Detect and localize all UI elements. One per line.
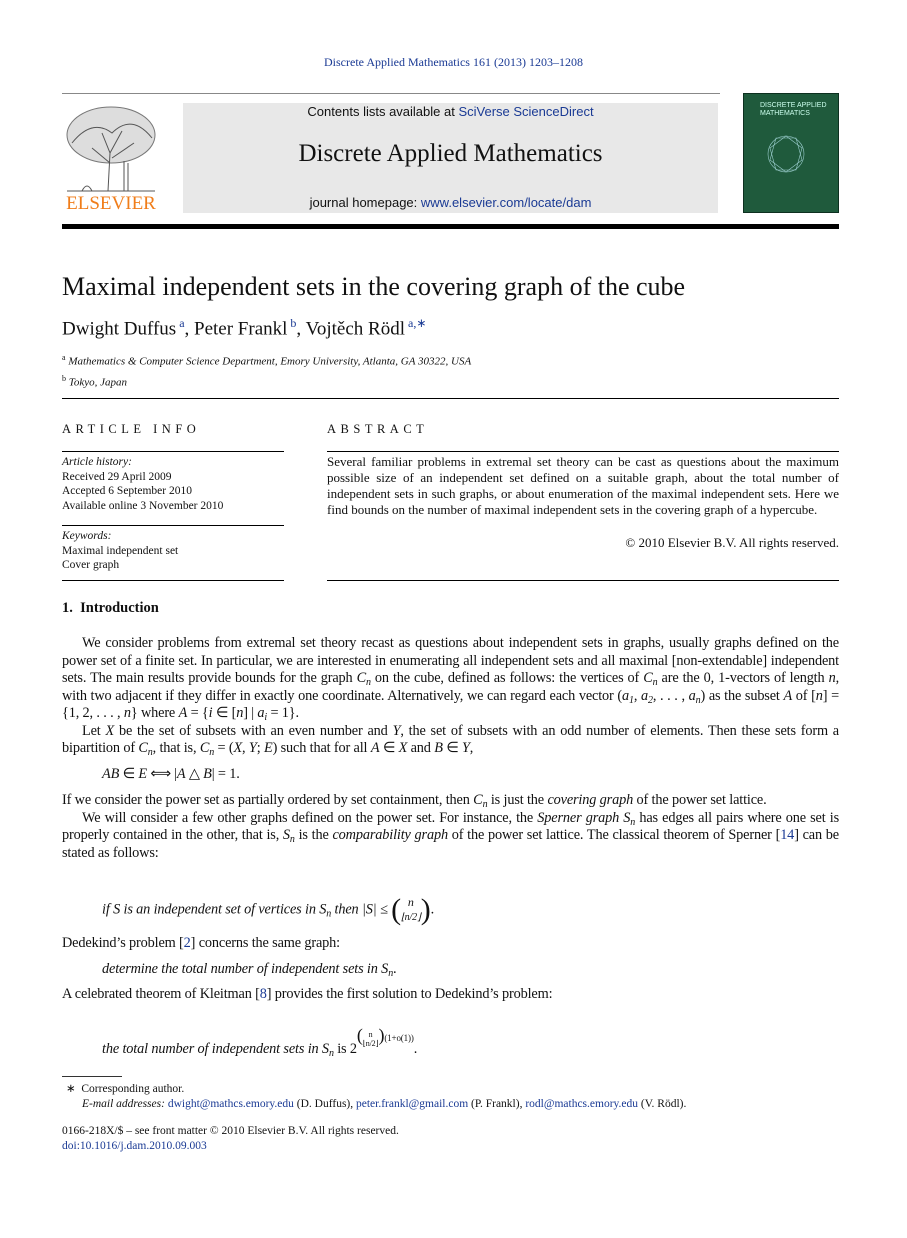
author-name: Dwight Duffus [62, 318, 177, 340]
article-info-heading: ARTICLE INFO [62, 422, 201, 436]
elsevier-tree-icon [66, 106, 156, 192]
footnote-emails: E-mail addresses: dwight@mathcs.emory.ed… [82, 1098, 687, 1110]
email-link[interactable]: dwight@mathcs.emory.edu [168, 1098, 294, 1110]
paragraph: We consider problems from extremal set t… [62, 635, 840, 723]
article-title: Maximal independent sets in the covering… [62, 272, 686, 301]
abstract-heading: ABSTRACT [327, 422, 429, 436]
doi-link[interactable]: doi:10.1016/j.dam.2010.09.003 [62, 1140, 207, 1152]
abstract-copyright: © 2010 Elsevier B.V. All rights reserved… [625, 535, 839, 550]
paragraph: Let X be the set of subsets with an even… [62, 722, 840, 758]
journal-cover: DISCRETE APPLIED MATHEMATICS [743, 93, 839, 213]
affiliations: a Mathematics & Computer Science Departm… [62, 351, 471, 390]
elsevier-wordmark: ELSEVIER [66, 193, 156, 214]
citation-link[interactable]: 2 [184, 935, 191, 951]
dedekind-intro: Dedekind’s problem [2] concerns the same… [62, 935, 341, 951]
kleitman-statement: the total number of independent sets in … [102, 1025, 418, 1059]
history-online: Available online 3 November 2010 [62, 499, 224, 512]
body-text: We consider problems from extremal set t… [62, 635, 839, 862]
contents-prefix: Contents lists available at [307, 104, 459, 119]
abstract-text: Several familiar problems in extremal se… [327, 454, 839, 517]
dedekind-statement: determine the total number of independen… [102, 961, 397, 979]
email-link[interactable]: rodl@mathcs.emory.edu [525, 1098, 638, 1110]
paragraph: If we consider the power set as partiall… [62, 792, 767, 810]
paragraph: We will consider a few other graphs defi… [62, 809, 839, 861]
citation-link[interactable]: 8 [260, 986, 267, 1002]
sperner-statement: if S is an independent set of vertices i… [102, 893, 435, 926]
homepage-prefix: journal homepage: [309, 195, 421, 210]
section-heading: 1. Introduction [62, 600, 159, 616]
history-accepted: Accepted 6 September 2010 [62, 485, 192, 497]
affiliation-b: b Tokyo, Japan [62, 374, 128, 389]
front-matter: 0166-218X/$ – see front matter © 2010 El… [62, 1125, 399, 1137]
article-history: Article history: Received 29 April 2009 … [62, 455, 284, 513]
kleitman-intro: A celebrated theorem of Kleitman [8] pro… [62, 986, 553, 1002]
sciencedirect-link[interactable]: SciVerse ScienceDirect [458, 104, 593, 119]
homepage-link[interactable]: www.elsevier.com/locate/dam [421, 195, 592, 210]
cover-graph-icon [767, 135, 805, 173]
author-affiliation-link[interactable]: a [176, 316, 184, 330]
journal-title: Discrete Applied Mathematics [298, 140, 603, 167]
keywords: Keywords: Maximal independent set Cover … [62, 529, 284, 573]
elsevier-logo: ELSEVIER [62, 103, 160, 215]
cover-title: DISCRETE APPLIED MATHEMATICS [760, 102, 827, 117]
author-affiliation-link[interactable]: a,∗ [405, 316, 426, 330]
footnote-corresponding: ∗ Corresponding author. [66, 1083, 185, 1095]
author-name: Vojtěch Rödl [305, 318, 405, 340]
history-received: Received 29 April 2009 [62, 470, 172, 483]
keyword: Cover graph [62, 559, 120, 571]
author-affiliation-link[interactable]: b [287, 316, 296, 330]
author-list: Dwight Duffus a, Peter Frankl b, Vojtěch… [62, 316, 427, 340]
author-name: Peter Frankl [194, 318, 288, 340]
keyword: Maximal independent set [62, 544, 179, 557]
citation-link[interactable]: 14 [780, 827, 794, 843]
affiliation-a: a Mathematics & Computer Science Departm… [62, 353, 472, 368]
journal-banner: Contents lists available at SciVerse Sci… [183, 103, 718, 213]
display-equation: AB ∈ E ⟺ |A △ B| = 1. [102, 765, 240, 782]
email-link[interactable]: peter.frankl@gmail.com [356, 1098, 468, 1110]
journal-reference[interactable]: Discrete Applied Mathematics 161 (2013) … [0, 55, 907, 70]
